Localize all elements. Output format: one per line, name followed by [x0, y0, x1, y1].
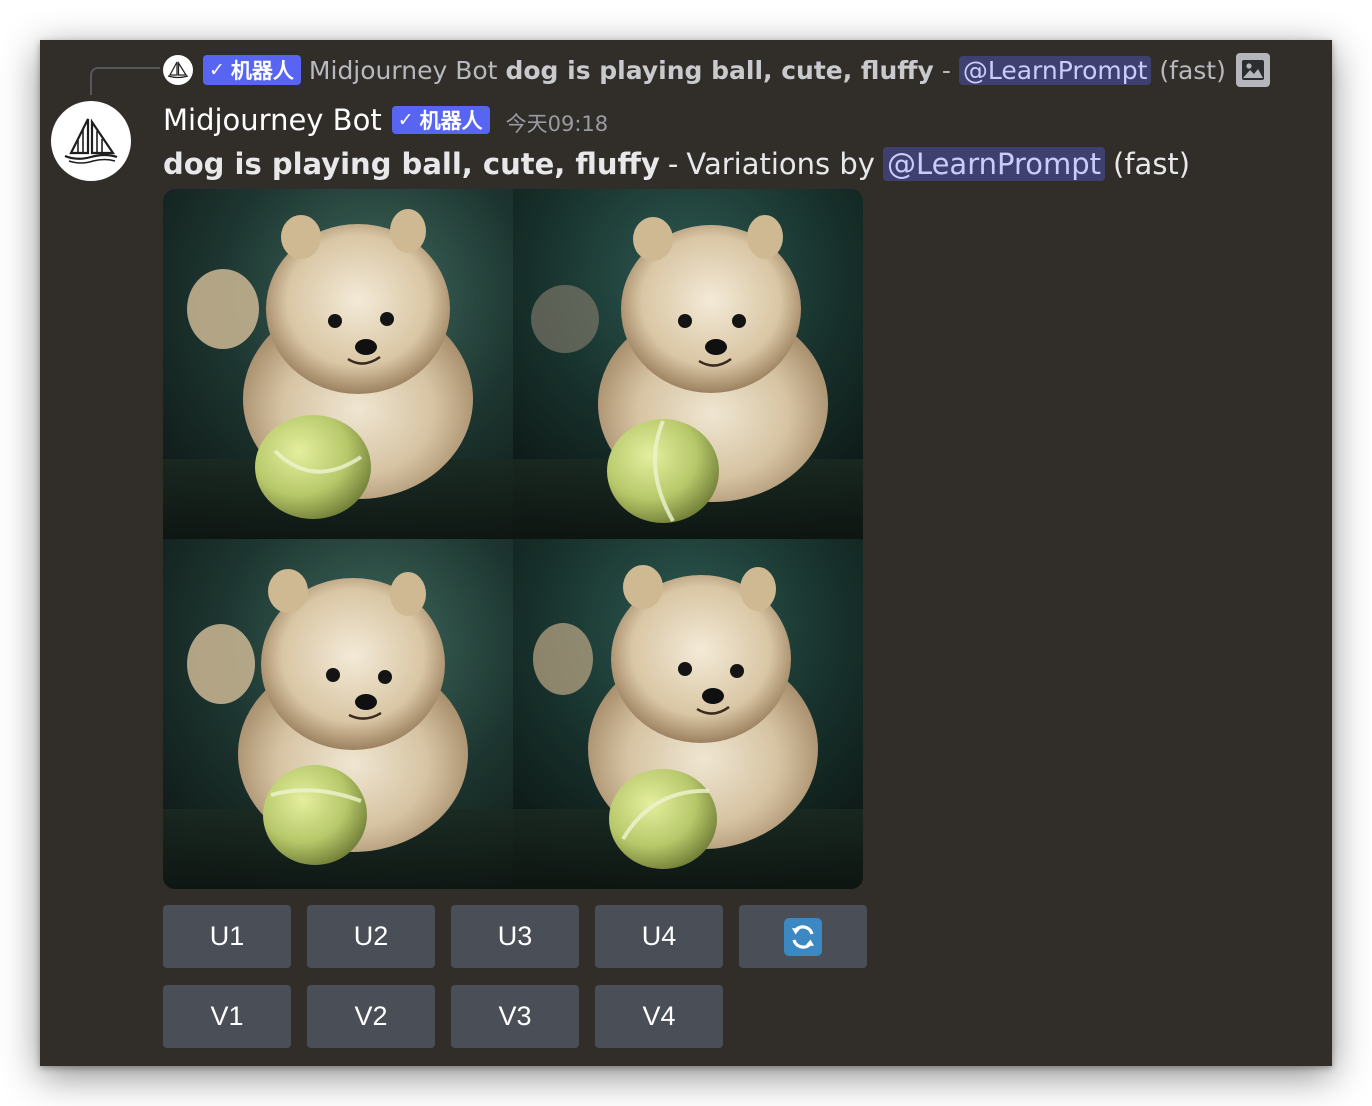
variations-label: Variations by — [686, 147, 875, 181]
upscale-button-row: U1 U2 U3 U4 — [163, 905, 867, 968]
prompt-text: dog is playing ball, cute, fluffy — [163, 147, 660, 181]
reroll-button[interactable] — [739, 905, 867, 968]
image-tile-2[interactable] — [513, 189, 863, 539]
image-icon[interactable] — [1235, 53, 1270, 87]
v4-button[interactable]: V4 — [595, 985, 723, 1048]
timestamp[interactable]: 今天09:18 — [506, 108, 609, 138]
u4-button[interactable]: U4 — [595, 905, 723, 968]
reply-mode: (fast) — [1159, 55, 1226, 85]
reply-author[interactable]: Midjourney Bot — [309, 56, 498, 85]
reply-mention[interactable]: @LearnPrompt — [958, 55, 1152, 85]
message-window: ✓ 机器人 Midjourney Bot dog is playing ball… — [40, 40, 1332, 1066]
image-tile-4[interactable] — [513, 539, 863, 889]
message-content: dog is playing ball, cute, fluffy - Vari… — [163, 144, 1190, 184]
author-name[interactable]: Midjourney Bot — [163, 103, 382, 137]
u2-button[interactable]: U2 — [307, 905, 435, 968]
image-tile-1[interactable] — [163, 189, 513, 539]
avatar[interactable] — [51, 101, 131, 181]
v2-button[interactable]: V2 — [307, 985, 435, 1048]
refresh-icon — [784, 917, 822, 956]
bot-badge-label: 机器人 — [419, 109, 483, 133]
image-tile-3[interactable] — [163, 539, 513, 889]
user-mention[interactable]: @LearnPrompt — [882, 147, 1106, 181]
sailboat-icon — [163, 55, 193, 85]
reply-reference[interactable]: ✓ 机器人 Midjourney Bot dog is playing ball… — [163, 52, 1270, 88]
reply-prompt: dog is playing ball, cute, fluffy — [505, 55, 934, 85]
reply-connector — [90, 67, 160, 95]
mode-label: (fast) — [1113, 147, 1191, 181]
u3-button[interactable]: U3 — [451, 905, 579, 968]
check-icon: ✓ — [397, 109, 414, 131]
v3-button[interactable]: V3 — [451, 985, 579, 1048]
sailboat-icon — [64, 118, 118, 164]
v1-button[interactable]: V1 — [163, 985, 291, 1048]
bot-badge: ✓ 机器人 — [203, 55, 301, 85]
image-grid[interactable] — [163, 189, 863, 889]
bot-badge: ✓ 机器人 — [391, 106, 490, 134]
check-icon: ✓ — [209, 59, 225, 81]
bot-badge-label: 机器人 — [230, 59, 294, 83]
variation-button-row: V1 V2 V3 V4 — [163, 985, 723, 1048]
reply-separator: - — [941, 55, 951, 85]
u1-button[interactable]: U1 — [163, 905, 291, 968]
message-header: Midjourney Bot ✓ 机器人 今天09:18 — [163, 100, 608, 140]
content-separator: - — [667, 147, 679, 181]
